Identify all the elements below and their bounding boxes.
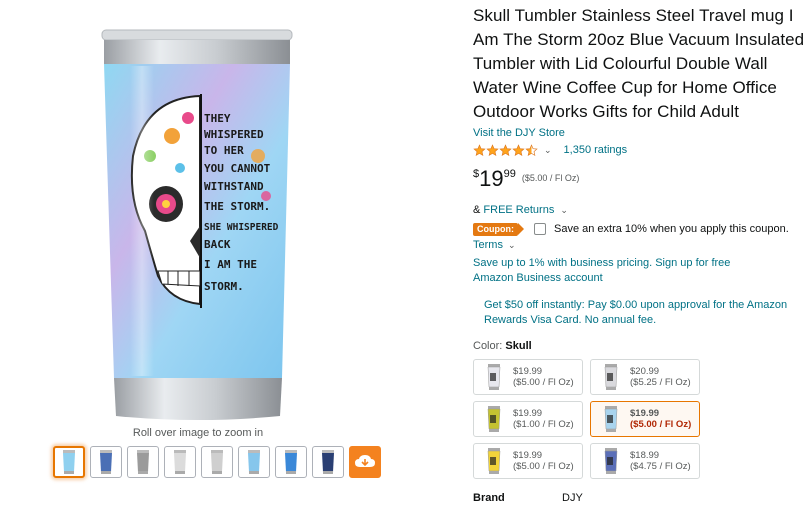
visa-offer-link[interactable]: Get $50 off instantly: Pay $0.00 upon ap… <box>484 298 804 328</box>
swatch-unit-price: ($5.25 / Fl Oz) <box>630 377 691 388</box>
thumbnail-7[interactable] <box>275 446 307 478</box>
thumbnail-5[interactable] <box>201 446 233 478</box>
swatch-image <box>604 406 618 432</box>
color-swatch-1[interactable]: $19.99 ($5.00 / Fl Oz) <box>473 359 583 395</box>
thumbnail-2[interactable] <box>90 446 122 478</box>
swatch-image <box>487 364 501 390</box>
unit-price: ($5.00 / Fl Oz) <box>521 173 580 183</box>
terms-label: Terms <box>473 239 503 251</box>
star-rating-icon[interactable] <box>473 143 538 157</box>
swatch-unit-price: ($4.75 / Fl Oz) <box>630 461 691 472</box>
swatch-image <box>604 364 618 390</box>
swatch-price: $20.99 <box>630 366 660 377</box>
color-swatch-4[interactable]: $19.99 ($5.00 / Fl Oz) <box>590 401 700 437</box>
zoom-hint: Roll over image to zoom in <box>132 427 264 439</box>
svg-text:BACK: BACK <box>204 238 231 251</box>
video-icon[interactable] <box>349 446 381 478</box>
swatch-price: $19.99 <box>630 408 660 419</box>
svg-text:WHISPERED: WHISPERED <box>204 128 264 141</box>
thumbnail-strip <box>53 446 381 480</box>
product-details: Skull Tumbler Stainless Steel Travel mug… <box>473 4 806 504</box>
coupon-checkbox[interactable] <box>533 223 546 235</box>
swatch-price: $19.99 <box>513 450 543 461</box>
brand-value: DJY <box>562 492 583 504</box>
color-swatch-3[interactable]: $19.99 ($1.00 / Fl Oz) <box>473 401 583 437</box>
thumbnail-6[interactable] <box>238 446 270 478</box>
svg-text:I AM THE: I AM THE <box>204 258 257 271</box>
color-swatches: $19.99 ($5.00 / Fl Oz) $20.99 ($5.25 / Fl O… <box>473 359 806 479</box>
svg-text:THEY: THEY <box>204 112 231 125</box>
swatch-price: $18.99 <box>630 450 660 461</box>
chevron-down-icon[interactable]: ⌄ <box>544 145 552 156</box>
swatch-unit-price: ($5.00 / Fl Oz) <box>513 461 574 472</box>
swatch-image <box>487 406 501 432</box>
svg-text:TO HER: TO HER <box>204 144 244 157</box>
svg-text:WITHSTAND: WITHSTAND <box>204 180 264 193</box>
main-product-image[interactable]: THEY WHISPERED TO HER YOU CANNOT WITHSTA… <box>100 26 296 426</box>
color-swatch-5[interactable]: $19.99 ($5.00 / Fl Oz) <box>473 443 583 479</box>
store-link[interactable]: Visit the DJY Store <box>473 126 806 141</box>
terms-link[interactable]: Terms ⌄ <box>473 238 806 252</box>
returns-prefix: & <box>473 204 481 216</box>
swatch-price: $19.99 <box>513 408 543 419</box>
business-pricing-link[interactable]: Save up to 1% with business pricing. Sig… <box>473 256 773 286</box>
coupon-row: Coupon: Save an extra 10% when you apply… <box>473 222 806 236</box>
ratings-count-link[interactable]: 1,350 ratings <box>564 144 628 156</box>
color-swatch-6[interactable]: $18.99 ($4.75 / Fl Oz) <box>590 443 700 479</box>
svg-text:THE STORM.: THE STORM. <box>204 200 270 213</box>
chevron-down-icon: ⌄ <box>508 240 516 250</box>
color-label-key: Color: <box>473 340 503 352</box>
product-title: Skull Tumbler Stainless Steel Travel mug… <box>473 6 805 121</box>
coupon-badge: Coupon: <box>473 222 524 236</box>
color-label-value: Skull <box>505 340 532 352</box>
thumbnail-3[interactable] <box>127 446 159 478</box>
thumbnail-4[interactable] <box>164 446 196 478</box>
price-fraction: 99 <box>503 168 516 180</box>
swatch-unit-price: ($5.00 / Fl Oz) <box>630 419 692 430</box>
returns-link[interactable]: & FREE Returns ⌄ <box>473 203 806 217</box>
svg-text:STORM.: STORM. <box>204 280 244 293</box>
swatch-unit-price: ($1.00 / Fl Oz) <box>513 419 574 430</box>
returns-label: FREE Returns <box>483 204 555 216</box>
swatch-image <box>604 448 618 474</box>
rating-row: ⌄ 1,350 ratings <box>473 142 806 158</box>
thumbnail-1[interactable] <box>53 446 85 478</box>
price: $ 19 99 ($5.00 / Fl Oz) <box>473 168 806 190</box>
chevron-down-icon: ⌄ <box>560 205 568 215</box>
swatch-price: $19.99 <box>513 366 543 377</box>
svg-text:YOU CANNOT: YOU CANNOT <box>204 162 271 175</box>
svg-text:SHE WHISPERED: SHE WHISPERED <box>204 222 279 233</box>
price-whole: 19 <box>479 166 504 191</box>
swatch-unit-price: ($5.00 / Fl Oz) <box>513 377 574 388</box>
brand-row: Brand DJY <box>473 492 806 504</box>
swatch-image <box>487 448 501 474</box>
coupon-text: Save an extra 10% when you apply this co… <box>553 223 789 235</box>
brand-label: Brand <box>473 492 505 504</box>
thumbnail-8[interactable] <box>312 446 344 478</box>
color-swatch-2[interactable]: $20.99 ($5.25 / Fl Oz) <box>590 359 700 395</box>
color-label: Color: Skull <box>473 339 806 353</box>
